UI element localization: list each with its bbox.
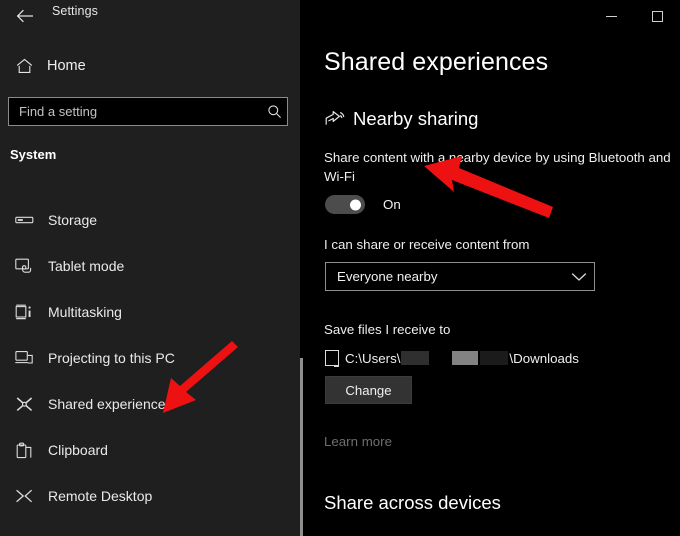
sidebar-item-clipboard[interactable]: Clipboard: [0, 427, 300, 473]
sidebar-nav-list: Storage Tablet mode: [0, 197, 300, 519]
folder-icon: [325, 350, 339, 366]
toggle-knob: [350, 199, 361, 210]
search-box[interactable]: [8, 97, 288, 126]
tablet-mode-icon: [9, 258, 39, 275]
share-from-selected-value: Everyone nearby: [326, 269, 564, 284]
search-icon[interactable]: [261, 104, 287, 119]
sidebar-item-remote-desktop-label: Remote Desktop: [48, 488, 152, 504]
page-title: Shared experiences: [324, 48, 548, 77]
settings-window: Settings Home System: [0, 0, 680, 536]
sidebar-item-multitasking[interactable]: Multitasking: [0, 289, 300, 335]
nearby-share-icon: [324, 108, 346, 130]
sidebar-titlebar: Settings: [0, 0, 300, 32]
sidebar-item-tablet-mode[interactable]: Tablet mode: [0, 243, 300, 289]
sidebar-item-multitasking-label: Multitasking: [48, 304, 122, 320]
remote-desktop-icon: [9, 488, 39, 504]
nearby-sharing-toggle-state: On: [383, 197, 401, 212]
sidebar-item-storage-label: Storage: [48, 212, 97, 228]
maximize-button[interactable]: [634, 1, 680, 31]
nearby-sharing-toggle[interactable]: [325, 195, 365, 214]
maximize-icon: [652, 11, 663, 22]
redacted-username-block-1: [401, 351, 429, 365]
minimize-button[interactable]: [588, 1, 634, 31]
nearby-sharing-toggle-row[interactable]: On: [325, 195, 401, 214]
sidebar-item-clipboard-label: Clipboard: [48, 442, 108, 458]
learn-more-link[interactable]: Learn more: [324, 434, 392, 449]
nearby-sharing-heading-text: Nearby sharing: [353, 108, 478, 130]
chevron-down-icon[interactable]: [564, 272, 594, 282]
navigation-sidebar: Settings Home System: [0, 0, 300, 536]
nearby-sharing-section-heading: Nearby sharing: [324, 108, 478, 130]
shared-experiences-icon: [9, 396, 39, 413]
sidebar-item-storage[interactable]: Storage: [0, 197, 300, 243]
sidebar-item-home[interactable]: Home: [0, 52, 300, 80]
redacted-username-block-2: [452, 351, 478, 365]
back-button[interactable]: [8, 1, 42, 31]
storage-icon: [9, 214, 39, 226]
sidebar-item-home-label: Home: [47, 58, 86, 74]
content-scrollbar-thumb[interactable]: [300, 358, 303, 536]
window-controls: [588, 0, 680, 32]
share-from-label: I can share or receive content from: [324, 237, 529, 252]
save-files-label: Save files I receive to: [324, 322, 450, 337]
home-icon: [9, 58, 39, 74]
redacted-username-block-3: [480, 351, 508, 365]
search-input[interactable]: [9, 98, 261, 125]
app-title: Settings: [52, 4, 98, 18]
clipboard-icon: [9, 442, 39, 459]
share-from-dropdown[interactable]: Everyone nearby: [325, 262, 595, 291]
sidebar-item-projecting-to-this-pc[interactable]: Projecting to this PC: [0, 335, 300, 381]
nearby-sharing-description: Share content with a nearby device by us…: [324, 148, 680, 186]
share-across-devices-heading: Share across devices: [324, 492, 501, 514]
projecting-icon: [9, 350, 39, 366]
minimize-icon: [606, 16, 617, 17]
save-path-suffix: \Downloads: [509, 351, 578, 366]
save-path-prefix: C:\Users\: [345, 351, 400, 366]
sidebar-item-shared-experiences[interactable]: Shared experiences: [0, 381, 300, 427]
save-path-row: C:\Users\ \Downloads: [325, 348, 579, 368]
multitasking-icon: [9, 304, 39, 320]
change-save-location-button[interactable]: Change: [325, 376, 412, 404]
sidebar-item-tablet-mode-label: Tablet mode: [48, 258, 124, 274]
content-pane: Shared experiences Nearby sharing Share …: [300, 0, 680, 536]
sidebar-item-projecting-to-this-pc-label: Projecting to this PC: [48, 350, 175, 366]
sidebar-group-title: System: [10, 147, 56, 162]
sidebar-item-shared-experiences-label: Shared experiences: [48, 396, 173, 412]
sidebar-item-remote-desktop[interactable]: Remote Desktop: [0, 473, 300, 519]
sidebar-scrollbar[interactable]: [295, 0, 298, 536]
